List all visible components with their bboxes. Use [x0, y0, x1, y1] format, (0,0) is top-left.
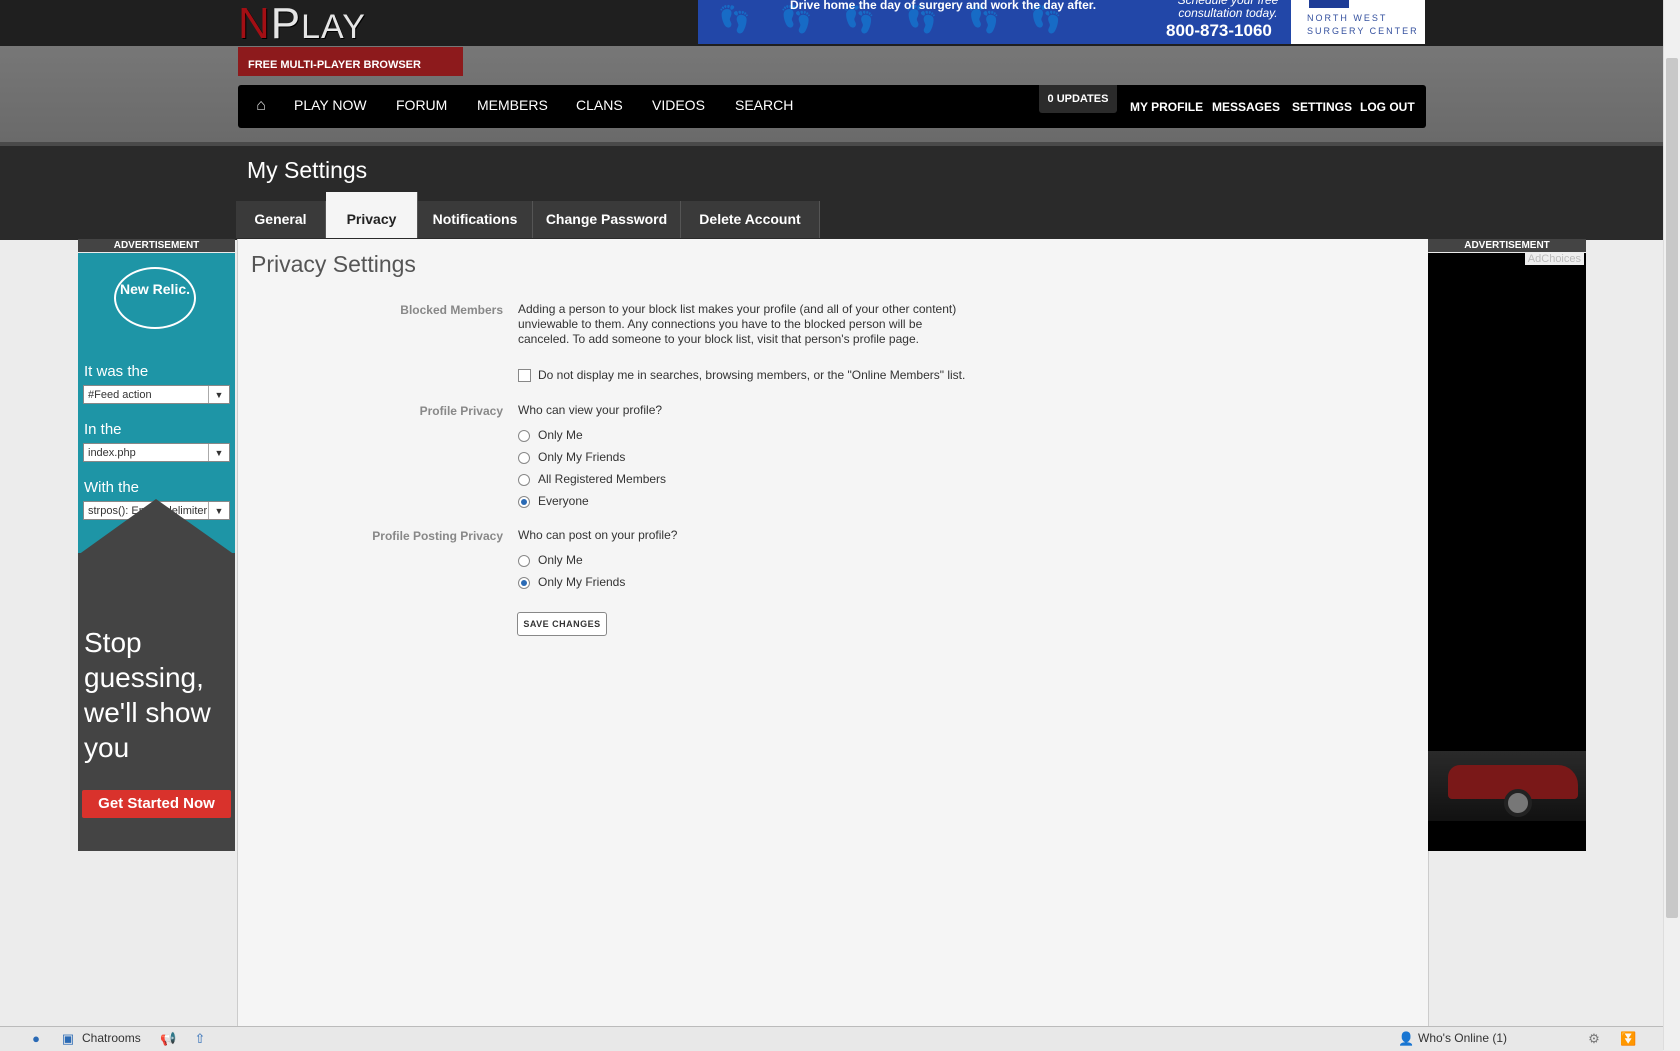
posting-option-only-friends: Only My Friends [538, 575, 626, 589]
brand-mark-icon [1309, 0, 1349, 8]
left-advertisement[interactable]: New Relic. It was the #Feed action ▼ In t… [78, 253, 235, 851]
main-content: Privacy Settings Blocked Members Adding … [237, 239, 1429, 1050]
posting-option-only-me: Only Me [538, 553, 583, 567]
banner-consult: Schedule your free consultation today. [1177, 0, 1279, 20]
nav-play-now[interactable]: PLAY NOW [294, 97, 367, 113]
blocked-members-label: Blocked Members [400, 303, 503, 317]
tab-privacy[interactable]: Privacy [326, 192, 418, 238]
main-nav: ⌂ PLAY NOW FORUM MEMBERS CLANS VIDEOS SE… [238, 85, 1426, 128]
banner-ad[interactable]: 👣👣👣👣👣👣 Drive home the day of surgery and… [698, 0, 1291, 44]
ad-select-2-value: index.php [88, 447, 136, 459]
ad-select-2[interactable]: index.php ▼ [83, 443, 230, 462]
banner-phone: 800-873-1060 [1166, 21, 1272, 40]
profile-radio-only-me[interactable] [518, 430, 530, 442]
logo-letter-p: P [270, 0, 302, 48]
ad-house-shape [78, 499, 235, 555]
posting-radio-only-friends[interactable] [518, 577, 530, 589]
banner-tagline: Drive home the day of surgery and work t… [790, 0, 1097, 12]
ad-headline: Stop guessing, we'll show you [84, 627, 211, 763]
hide-from-search-label: Do not display me in searches, browsing … [538, 368, 966, 382]
ad-line1: It was the [84, 363, 149, 380]
posting-privacy-label: Profile Posting Privacy [372, 529, 503, 543]
get-started-button[interactable]: Get Started Now [82, 790, 231, 818]
globe-icon[interactable]: ● [28, 1031, 44, 1047]
nav-forum[interactable]: FORUM [396, 97, 447, 113]
hide-from-search-checkbox[interactable] [518, 369, 531, 382]
nav-messages[interactable]: MESSAGES [1212, 100, 1280, 114]
tab-general[interactable]: General [236, 201, 326, 238]
chatrooms-link[interactable]: Chatrooms [82, 1031, 141, 1045]
nav-settings[interactable]: SETTINGS [1292, 100, 1352, 114]
nav-log-out[interactable]: LOG OUT [1360, 100, 1415, 114]
megaphone-icon[interactable]: 📢 [160, 1031, 176, 1047]
profile-privacy-question: Who can view your profile? [518, 403, 663, 417]
home-icon[interactable]: ⌂ [252, 97, 270, 115]
brand-line1: NORTH WEST [1307, 13, 1388, 23]
posting-radio-only-me[interactable] [518, 555, 530, 567]
tab-delete-account[interactable]: Delete Account [681, 201, 820, 238]
car-image [1428, 751, 1586, 821]
brand-name: NORTH WEST SURGERY CENTER [1307, 12, 1419, 38]
ad-line2: In the [84, 421, 122, 438]
logo-rest: LAY [301, 8, 366, 46]
updates-button[interactable]: 0 UPDATES [1039, 85, 1117, 113]
profile-radio-only-friends[interactable] [518, 452, 530, 464]
site-tagline: FREE MULTI-PLAYER BROWSER GAMES [238, 47, 463, 107]
brand-line2: SURGERY CENTER [1307, 26, 1419, 36]
chevron-down-icon: ▼ [208, 444, 229, 461]
ad-select-1[interactable]: #Feed action ▼ [83, 385, 230, 404]
banner-brand-logo[interactable]: NORTH WEST SURGERY CENTER [1291, 0, 1425, 44]
arrow-up-icon[interactable]: ⇧ [192, 1031, 208, 1047]
profile-privacy-label: Profile Privacy [419, 404, 503, 418]
profile-option-everyone: Everyone [538, 494, 589, 508]
nav-search[interactable]: SEARCH [735, 97, 793, 113]
tab-change-password[interactable]: Change Password [533, 201, 681, 238]
profile-option-only-friends: Only My Friends [538, 450, 626, 464]
save-changes-button[interactable]: SAVE CHANGES [517, 612, 607, 636]
right-advertisement[interactable]: AdChoices [1428, 253, 1586, 851]
profile-radio-registered[interactable] [518, 474, 530, 486]
new-relic-logo: New Relic. [114, 267, 196, 329]
posting-privacy-question: Who can post on your profile? [518, 528, 678, 542]
car-wheel [1504, 789, 1532, 817]
logo-letter-n: N [238, 0, 271, 48]
chevron-down-icon[interactable]: ⏬ [1620, 1031, 1636, 1047]
page-title: My Settings [247, 157, 368, 183]
gear-icon[interactable]: ⚙ [1586, 1031, 1602, 1047]
nav-members[interactable]: MEMBERS [477, 97, 548, 113]
tab-notifications[interactable]: Notifications [418, 201, 533, 238]
vertical-scrollbar[interactable] [1663, 0, 1680, 1050]
profile-radio-everyone[interactable] [518, 496, 530, 508]
left-ad-label: ADVERTISEMENT [78, 239, 235, 252]
user-online-icon: 👤 [1398, 1031, 1415, 1046]
nav-videos[interactable]: VIDEOS [652, 97, 705, 113]
nav-clans[interactable]: CLANS [576, 97, 623, 113]
bottom-toolbar: ● ▣ Chatrooms 📢 ⇧ 👤 Who's Online (1) ⚙ ⏬ [0, 1026, 1663, 1051]
nav-my-profile[interactable]: MY PROFILE [1130, 100, 1203, 114]
blocked-members-description: Adding a person to your block list makes… [518, 302, 957, 346]
section-title: Privacy Settings [251, 251, 416, 277]
site-logo[interactable]: NPLAY [238, 2, 366, 49]
profile-option-only-me: Only Me [538, 428, 583, 442]
scrollbar-thumb[interactable] [1666, 58, 1678, 918]
profile-option-registered: All Registered Members [538, 472, 667, 486]
adchoices-icon[interactable]: AdChoices [1524, 253, 1584, 265]
chatroom-icon[interactable]: ▣ [60, 1031, 76, 1047]
right-ad-label: ADVERTISEMENT [1428, 239, 1586, 252]
ad-select-1-value: #Feed action [88, 389, 152, 401]
chevron-down-icon: ▼ [208, 386, 229, 403]
whos-online-link[interactable]: Who's Online (1) [1418, 1031, 1507, 1045]
ad-line3: With the [84, 479, 140, 496]
